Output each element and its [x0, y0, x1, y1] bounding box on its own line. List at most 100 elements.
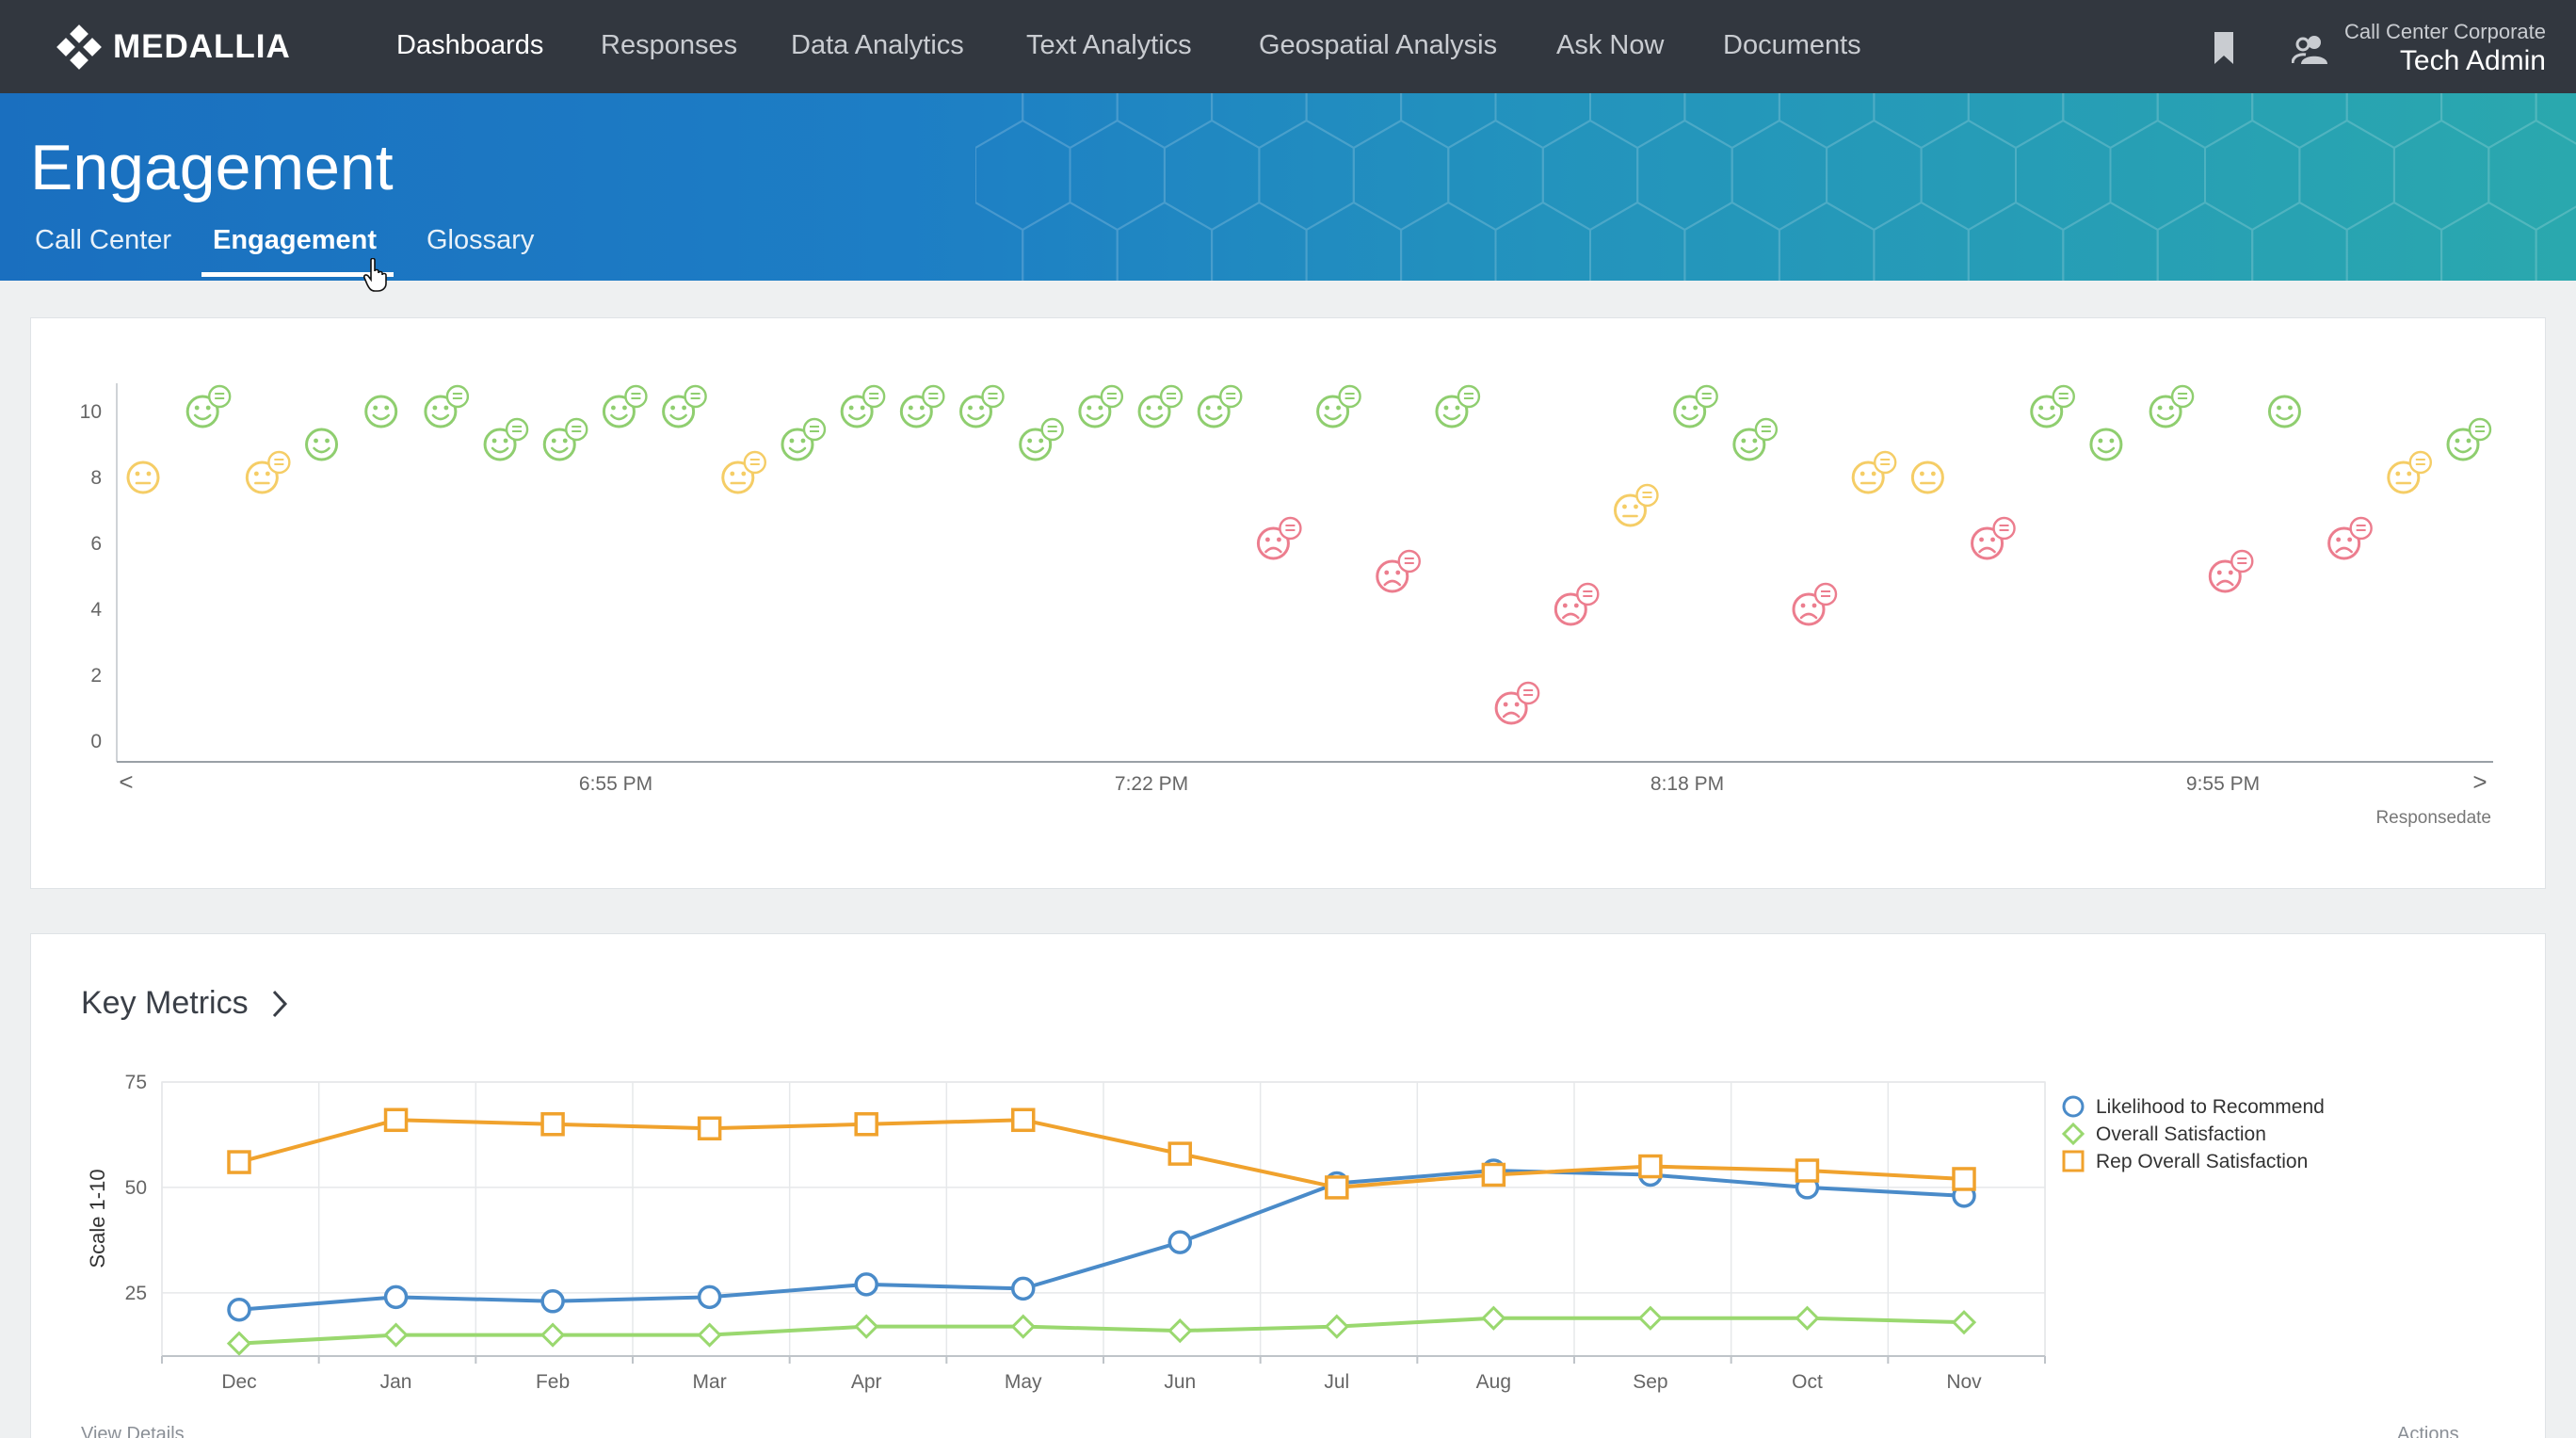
nav-documents[interactable]: Documents: [1723, 30, 1861, 61]
response-point-positive[interactable]: [483, 417, 529, 461]
data-point[interactable]: [383, 1285, 409, 1310]
response-point-neutral[interactable]: [126, 460, 160, 494]
data-point[interactable]: [540, 1289, 565, 1314]
response-point-positive[interactable]: [2089, 428, 2123, 461]
response-point-positive[interactable]: [1137, 384, 1183, 428]
response-point-positive[interactable]: [424, 384, 470, 428]
response-point-positive[interactable]: [542, 417, 588, 461]
data-point[interactable]: [226, 1331, 252, 1356]
view-details-link[interactable]: View Details: [81, 1424, 185, 1438]
data-point[interactable]: [1952, 1167, 1976, 1191]
data-point[interactable]: [697, 1116, 722, 1140]
response-point-neutral[interactable]: [2387, 450, 2433, 494]
response-point-positive[interactable]: [1197, 384, 1243, 428]
data-point[interactable]: [1167, 1230, 1193, 1254]
data-point[interactable]: [1795, 1158, 1820, 1183]
data-point[interactable]: [540, 1112, 565, 1137]
response-point-negative[interactable]: [2208, 549, 2254, 593]
response-point-neutral[interactable]: [1910, 460, 1944, 494]
response-point-positive[interactable]: [662, 384, 707, 428]
actions-menu[interactable]: Actions: [2397, 1424, 2459, 1438]
timeline-prev-button[interactable]: <: [119, 767, 133, 796]
nav-ask-now[interactable]: Ask Now: [1556, 30, 1664, 61]
nav-data-analytics[interactable]: Data Analytics: [791, 30, 964, 61]
response-point-neutral[interactable]: [1613, 483, 1659, 527]
eye: [1277, 537, 1281, 542]
response-point-positive[interactable]: [899, 384, 945, 428]
data-point[interactable]: [1951, 1310, 1977, 1335]
data-point[interactable]: [383, 1107, 409, 1133]
response-point-positive[interactable]: [602, 384, 648, 428]
tab-engagement[interactable]: Engagement: [213, 225, 377, 256]
response-point-negative[interactable]: [1554, 582, 1600, 626]
data-point[interactable]: [1325, 1175, 1349, 1200]
organization-name[interactable]: Call Center Corporate: [2344, 20, 2546, 44]
legend-item[interactable]: Overall Satisfaction: [2061, 1122, 2266, 1146]
users-icon[interactable]: [2292, 34, 2329, 64]
hexagon: [2156, 201, 2254, 281]
response-point-neutral[interactable]: [245, 450, 291, 494]
response-point-negative[interactable]: [2327, 516, 2373, 560]
response-point-neutral[interactable]: [1851, 450, 1897, 494]
response-point-positive[interactable]: [364, 395, 398, 428]
data-point[interactable]: [1167, 1141, 1193, 1166]
data-point[interactable]: [854, 1272, 878, 1297]
legend-item[interactable]: Likelihood to Recommend: [2062, 1095, 2325, 1118]
response-point-negative[interactable]: [1971, 516, 2016, 560]
response-point-positive[interactable]: [2267, 395, 2301, 428]
data-point[interactable]: [383, 1322, 409, 1348]
data-point[interactable]: [539, 1322, 566, 1348]
data-point[interactable]: [1481, 1162, 1506, 1188]
bookmark-icon[interactable]: [2213, 32, 2235, 64]
response-point-negative[interactable]: [1376, 549, 1421, 593]
response-point-positive[interactable]: [2030, 384, 2075, 428]
data-point[interactable]: [697, 1322, 722, 1348]
response-point-neutral[interactable]: [721, 450, 766, 494]
response-point-positive[interactable]: [781, 417, 827, 461]
tab-call-center[interactable]: Call Center: [35, 225, 171, 256]
response-point-positive[interactable]: [2149, 384, 2195, 428]
data-point[interactable]: [854, 1112, 878, 1137]
data-point[interactable]: [227, 1150, 251, 1174]
tab-glossary[interactable]: Glossary: [427, 225, 534, 256]
legend-item[interactable]: Rep Overall Satisfaction: [2062, 1150, 2308, 1172]
response-point-negative[interactable]: [1792, 582, 1838, 626]
response-point-positive[interactable]: [305, 428, 339, 461]
medallia-logo[interactable]: MEDALLIA: [56, 24, 291, 70]
response-point-positive[interactable]: [1673, 384, 1718, 428]
data-point[interactable]: [1010, 1314, 1036, 1339]
response-point-positive[interactable]: [1732, 417, 1779, 461]
response-point-negative[interactable]: [1256, 516, 1302, 560]
eye: [611, 405, 616, 411]
response-point-positive[interactable]: [1316, 384, 1361, 428]
response-point-positive[interactable]: [2446, 417, 2492, 461]
data-point[interactable]: [227, 1298, 251, 1322]
data-point[interactable]: [1795, 1305, 1820, 1331]
comment-bubble-icon: [505, 417, 529, 442]
data-point[interactable]: [1481, 1305, 1506, 1331]
user-name[interactable]: Tech Admin: [2400, 45, 2546, 77]
data-point[interactable]: [854, 1314, 879, 1339]
y-tick-label: 25: [125, 1283, 147, 1304]
data-point[interactable]: [1167, 1318, 1193, 1344]
nav-dashboards[interactable]: Dashboards: [396, 30, 543, 61]
nav-geospatial-analysis[interactable]: Geospatial Analysis: [1259, 30, 1497, 61]
timeline-next-button[interactable]: >: [2472, 767, 2487, 796]
data-point[interactable]: [1010, 1276, 1036, 1301]
data-point[interactable]: [1324, 1314, 1349, 1339]
response-point-positive[interactable]: [959, 384, 1005, 428]
eye: [1038, 438, 1044, 444]
response-point-positive[interactable]: [1078, 384, 1124, 428]
nav-responses[interactable]: Responses: [601, 30, 737, 61]
data-point[interactable]: [1637, 1305, 1664, 1331]
nav-text-analytics[interactable]: Text Analytics: [1026, 30, 1192, 61]
response-point-negative[interactable]: [1494, 681, 1540, 725]
x-tick-label: Jan: [380, 1371, 412, 1393]
response-point-positive[interactable]: [1435, 384, 1481, 428]
data-point[interactable]: [1010, 1107, 1036, 1133]
data-point[interactable]: [697, 1285, 722, 1310]
response-point-positive[interactable]: [185, 384, 232, 428]
response-point-positive[interactable]: [1019, 417, 1064, 461]
data-point[interactable]: [1638, 1154, 1663, 1179]
response-point-positive[interactable]: [840, 384, 886, 428]
